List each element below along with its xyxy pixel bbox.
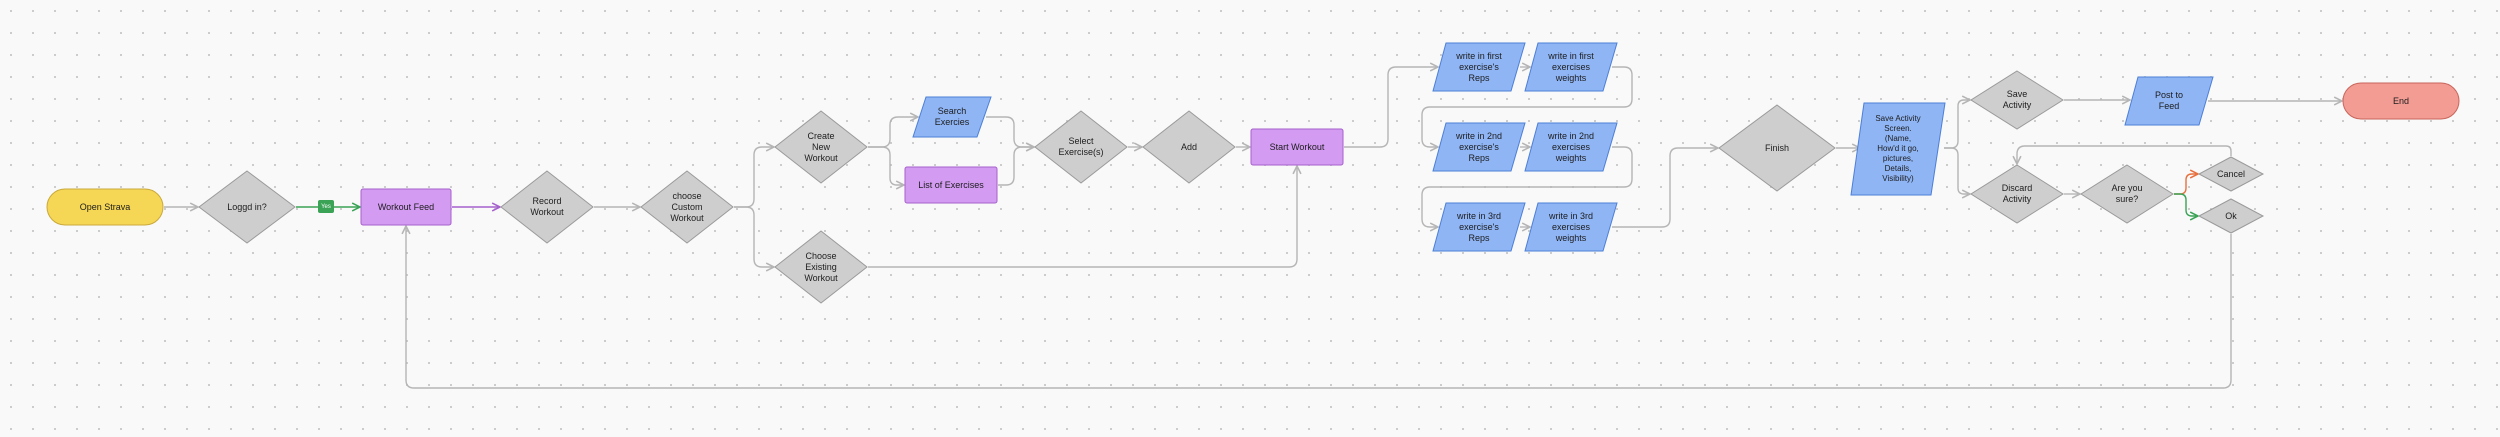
diamond-shape bbox=[2080, 164, 2174, 224]
terminator-shape bbox=[2342, 82, 2460, 120]
node-start-workout[interactable]: Start Workout bbox=[1250, 128, 1344, 166]
parallelogram-shape bbox=[1850, 102, 1946, 196]
diamond-shape bbox=[2197, 198, 2265, 234]
node-open-strava[interactable]: Open Strava bbox=[46, 188, 164, 226]
node-third-reps[interactable]: write in 3rd exercise's Reps bbox=[1432, 202, 1526, 252]
node-discard-activity[interactable]: Discard Activity bbox=[1970, 164, 2064, 224]
diamond-shape bbox=[198, 170, 296, 244]
diamond-shape bbox=[1142, 110, 1236, 184]
node-save-activity[interactable]: Save Activity bbox=[1970, 70, 2064, 130]
parallelogram-shape bbox=[1524, 122, 1618, 172]
diamond-shape bbox=[1970, 70, 2064, 130]
diamond-shape bbox=[774, 230, 868, 304]
parallelogram-shape bbox=[2124, 76, 2214, 126]
node-end[interactable]: End bbox=[2342, 82, 2460, 120]
edge-label-yes: Yes bbox=[318, 200, 334, 213]
node-cancel[interactable]: Cancel bbox=[2197, 156, 2265, 192]
node-search-exercises[interactable]: Search Exercies bbox=[912, 96, 992, 138]
node-create-new[interactable]: Create New Workout bbox=[774, 110, 868, 184]
diamond-shape bbox=[1034, 110, 1128, 184]
rect-shape bbox=[360, 188, 452, 226]
node-record-workout[interactable]: Record Workout bbox=[500, 170, 594, 244]
edge-start-workout-to-first-reps[interactable] bbox=[1344, 67, 1438, 148]
edge-choose-custom-to-choose-existing[interactable] bbox=[734, 206, 774, 267]
node-first-weights[interactable]: write in first exercises weights bbox=[1524, 42, 1618, 92]
edge-save-activity-screen-to-save-activity[interactable] bbox=[1944, 100, 1970, 149]
node-second-reps[interactable]: write in 2nd exercise's Reps bbox=[1432, 122, 1526, 172]
node-post-to-feed[interactable]: Post to Feed bbox=[2124, 76, 2214, 126]
parallelogram-shape bbox=[1524, 202, 1618, 252]
diamond-shape bbox=[774, 110, 868, 184]
terminator-shape bbox=[46, 188, 164, 226]
diamond-shape bbox=[640, 170, 734, 244]
node-select-exercises[interactable]: Select Exercise(s) bbox=[1034, 110, 1128, 184]
parallelogram-shape bbox=[1432, 202, 1526, 252]
node-first-reps[interactable]: write in first exercise's Reps bbox=[1432, 42, 1526, 92]
parallelogram-shape bbox=[1432, 122, 1526, 172]
node-third-weights[interactable]: write in 3rd exercises weights bbox=[1524, 202, 1618, 252]
edge-ok-to-workout-feed[interactable] bbox=[406, 226, 2232, 389]
node-list-exercises[interactable]: List of Exercises bbox=[904, 166, 998, 204]
rect-shape bbox=[904, 166, 998, 204]
rect-shape bbox=[1250, 128, 1344, 166]
edge-choose-custom-to-create-new[interactable] bbox=[734, 147, 774, 208]
edge-save-activity-screen-to-discard-activity[interactable] bbox=[1944, 147, 1970, 194]
diamond-shape bbox=[500, 170, 594, 244]
parallelogram-shape bbox=[912, 96, 992, 138]
diamond-shape bbox=[1970, 164, 2064, 224]
edge-are-you-sure-to-ok[interactable] bbox=[2174, 193, 2198, 216]
flowchart-canvas: Yes Open Strava Loggd in? Workout Feed Recor… bbox=[0, 0, 2500, 437]
edge-create-new-to-list-exercises[interactable] bbox=[868, 146, 904, 185]
edge-are-you-sure-to-cancel[interactable] bbox=[2174, 174, 2198, 195]
edge-list-exercises-to-select-exercises[interactable] bbox=[998, 147, 1034, 186]
node-second-weights[interactable]: write in 2nd exercises weights bbox=[1524, 122, 1618, 172]
node-choose-custom[interactable]: choose Custom Workout bbox=[640, 170, 734, 244]
parallelogram-shape bbox=[1524, 42, 1618, 92]
edge-search-exercises-to-select-exercises[interactable] bbox=[986, 116, 1034, 147]
node-are-you-sure[interactable]: Are you sure? bbox=[2080, 164, 2174, 224]
node-choose-existing[interactable]: Choose Existing Workout bbox=[774, 230, 868, 304]
node-logged-in[interactable]: Loggd in? bbox=[198, 170, 296, 244]
node-save-activity-screen[interactable]: Save Activity Screen. (Name, How'd it go… bbox=[1850, 102, 1946, 196]
edge-create-new-to-search-exercises[interactable] bbox=[868, 117, 918, 148]
node-add[interactable]: Add bbox=[1142, 110, 1236, 184]
node-workout-feed[interactable]: Workout Feed bbox=[360, 188, 452, 226]
diamond-shape bbox=[2197, 156, 2265, 192]
node-ok[interactable]: Ok bbox=[2197, 198, 2265, 234]
node-finish[interactable]: Finish bbox=[1718, 104, 1836, 192]
edge-third-weights-to-finish[interactable] bbox=[1612, 148, 1718, 228]
parallelogram-shape bbox=[1432, 42, 1526, 92]
diamond-shape bbox=[1718, 104, 1836, 192]
